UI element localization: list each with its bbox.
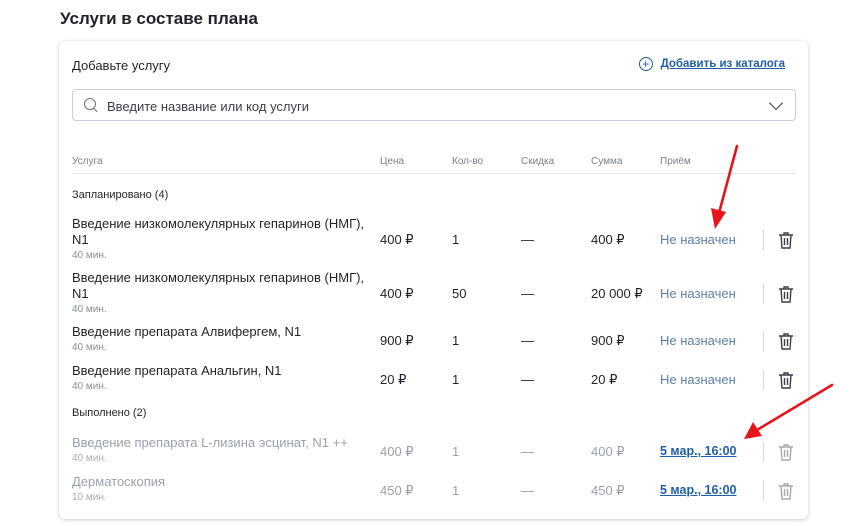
service-discount: —: [521, 286, 534, 301]
service-discount: —: [521, 483, 534, 498]
service-discount: —: [521, 232, 534, 247]
trash-icon: [779, 444, 793, 461]
service-qty: 1: [452, 444, 460, 459]
group-planned-label: Запланировано (4): [72, 189, 169, 201]
service-sum: 900 ₽: [591, 333, 625, 348]
appointment-link[interactable]: 5 мар., 16:00: [660, 483, 736, 497]
services-card: Добавьте услугу + Добавить из каталога У…: [59, 41, 808, 519]
page-title: Услуги в составе плана: [60, 9, 258, 28]
service-qty: 1: [452, 372, 460, 387]
add-from-catalog-label: Добавить из каталога: [660, 58, 785, 70]
service-sum: 400 ₽: [591, 444, 625, 459]
service-discount: —: [521, 333, 534, 348]
service-sum: 400 ₽: [591, 232, 625, 247]
service-price: 20 ₽: [380, 372, 407, 387]
trash-icon[interactable]: [778, 371, 794, 389]
service-discount: —: [521, 372, 534, 387]
trash-icon[interactable]: [778, 332, 794, 350]
row-divider: [763, 370, 764, 390]
row-divider: [763, 230, 764, 250]
service-price: 400 ₽: [380, 232, 414, 247]
service-price: 900 ₽: [380, 333, 414, 348]
service-qty: 1: [452, 333, 460, 348]
chevron-down-icon[interactable]: [768, 95, 784, 111]
service-duration: 40 мин.: [72, 381, 107, 392]
add-service-label: Добавьте услугу: [72, 58, 171, 73]
service-qty: 50: [452, 286, 467, 301]
trash-icon[interactable]: [778, 231, 794, 249]
col-appointment: Приём: [660, 156, 691, 167]
col-service: Услуга: [72, 156, 103, 167]
col-discount: Скидка: [521, 156, 555, 167]
service-name: Введение низкомолекулярных гепаринов (НМ…: [72, 270, 365, 301]
service-sum: 450 ₽: [591, 483, 625, 498]
service-search-input[interactable]: [107, 96, 747, 116]
service-price: 400 ₽: [380, 444, 414, 459]
service-duration: 40 мин.: [72, 342, 107, 353]
service-price: 400 ₽: [380, 286, 414, 301]
service-name: Введение препарата Анальгин, N1: [72, 363, 282, 378]
row-divider: [763, 442, 764, 462]
service-duration: 10 мин.: [72, 492, 107, 503]
service-name: Дерматоскопия: [72, 474, 166, 489]
service-sum: 20 000 ₽: [591, 286, 643, 301]
service-qty: 1: [452, 232, 460, 247]
service-discount: —: [521, 444, 534, 459]
service-search[interactable]: [72, 89, 796, 121]
service-duration: 40 мин.: [72, 250, 107, 261]
row-divider: [763, 481, 764, 501]
trash-icon[interactable]: [778, 285, 794, 303]
group-done-label: Выполнено (2): [72, 407, 147, 419]
service-name: Введение препарата Алвифергем, N1: [72, 324, 302, 339]
add-from-catalog-link[interactable]: + Добавить из каталога: [638, 57, 785, 71]
col-price: Цена: [380, 156, 405, 167]
service-price: 450 ₽: [380, 483, 414, 498]
service-name: Введение препарата L-лизина эсцинат, N1 …: [72, 435, 348, 450]
appointment-status[interactable]: Не назначен: [660, 286, 736, 301]
service-duration: 40 мин.: [72, 453, 107, 464]
trash-icon: [779, 483, 793, 500]
appointment-status[interactable]: Не назначен: [660, 372, 736, 387]
appointment-link[interactable]: 5 мар., 16:00: [660, 444, 736, 458]
row-divider: [763, 284, 764, 304]
appointment-status[interactable]: Не назначен: [660, 232, 736, 247]
appointment-status[interactable]: Не назначен: [660, 333, 736, 348]
row-divider: [763, 331, 764, 351]
header-divider: [72, 173, 796, 174]
plus-circle-icon: +: [638, 57, 653, 71]
service-qty: 1: [452, 483, 460, 498]
search-icon: [84, 98, 98, 112]
col-qty: Кол-во: [452, 156, 484, 167]
col-sum: Сумма: [591, 156, 623, 167]
service-duration: 40 мин.: [72, 304, 107, 315]
service-sum: 20 ₽: [591, 372, 618, 387]
service-name: Введение низкомолекулярных гепаринов (НМ…: [72, 216, 365, 247]
